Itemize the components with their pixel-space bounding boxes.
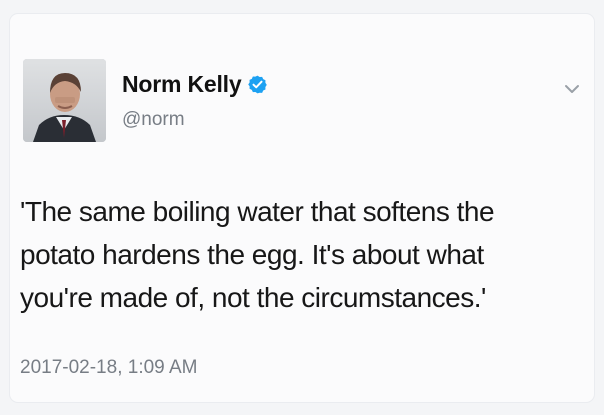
tweet-timestamp[interactable]: 2017-02-18, 1:09 AM — [20, 358, 197, 377]
tweet-text: 'The same boiling water that softens the… — [20, 196, 495, 313]
author-display-name[interactable]: Norm Kelly — [122, 73, 242, 96]
author-handle[interactable]: @norm — [122, 110, 185, 129]
tweet-card: Norm Kelly @norm 'The same boiling water… — [10, 14, 594, 402]
avatar-photo — [23, 59, 106, 142]
verified-badge-icon — [248, 75, 268, 94]
chevron-down-icon[interactable] — [562, 79, 582, 99]
avatar[interactable] — [23, 59, 106, 142]
author-name-row[interactable]: Norm Kelly — [122, 73, 268, 96]
